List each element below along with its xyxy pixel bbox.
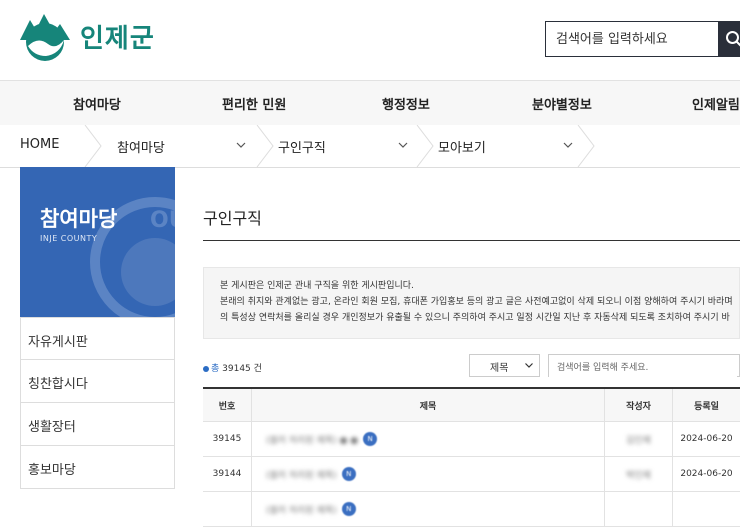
sidebar-item-market[interactable]: 생활장터 <box>20 403 175 446</box>
main-content: 구인구직 본 게시판은 인제군 관내 구직을 위한 게시판입니다. 본래의 취지… <box>203 167 740 507</box>
header-date: 등록일 <box>673 389 740 421</box>
header-search-input[interactable] <box>546 22 716 56</box>
row-no: 39144 <box>203 457 251 491</box>
row-author: 박인제 <box>626 468 651 481</box>
board-search <box>548 354 740 377</box>
search-icon <box>725 30 740 48</box>
site-header: 인제군 <box>0 0 740 80</box>
sidebar-menu: 자유게시판 칭찬합시다 생활장터 홍보마당 <box>20 317 175 489</box>
sidebar-item-praise[interactable]: 칭찬합시다 <box>20 360 175 403</box>
sidebar-title: 참여마당 <box>40 203 117 233</box>
notice-line: 의 특성상 연락처를 올리실 경우 개인정보가 유출될 수 있으니 주의하여 주… <box>220 310 739 326</box>
board-table: 번호 제목 작성자 등록일 39145 (블러 처리된 제목) ● ● N 김인제… <box>203 387 740 527</box>
row-no: 39145 <box>203 422 251 456</box>
header-no: 번호 <box>203 389 251 421</box>
row-title-text[interactable]: (블러 처리된 제목) <box>266 503 337 516</box>
row-title[interactable]: (블러 처리된 제목) N <box>251 492 605 526</box>
bullet-icon <box>203 366 209 372</box>
header-search-button[interactable] <box>718 21 740 57</box>
sidebar: OUN 참여마당 INJE COUNTY 자유게시판 칭찬합시다 생활장터 홍보… <box>20 167 175 507</box>
sidebar-item-free-board[interactable]: 자유게시판 <box>20 317 175 360</box>
breadcrumb-separator-icon <box>576 125 596 167</box>
row-date <box>673 492 740 526</box>
row-author: 김인제 <box>626 433 651 446</box>
title-divider <box>203 240 740 241</box>
row-title[interactable]: (블러 처리된 제목) ● ● N <box>251 422 605 456</box>
gnb-item-civil-service[interactable]: 편리한 민원 <box>222 94 286 113</box>
search-field-value: 제목 <box>490 363 508 374</box>
header-title: 제목 <box>251 389 605 421</box>
gnb-item-admin-info[interactable]: 행정정보 <box>382 94 430 113</box>
breadcrumb-separator-icon <box>83 125 103 167</box>
new-badge: N <box>342 467 356 481</box>
gnb-item-news[interactable]: 인제알림 <box>692 94 740 113</box>
breadcrumb-separator-icon <box>255 125 275 167</box>
board-search-input[interactable] <box>549 358 737 379</box>
board-notice: 본 게시판은 인제군 관내 구직을 위한 게시판입니다. 본래의 취지와 관계없… <box>203 267 740 339</box>
search-field-select[interactable]: 제목 <box>469 354 540 377</box>
site-logo[interactable]: 인제군 <box>16 10 155 62</box>
count-prefix: 총 <box>211 364 219 374</box>
logo-emblem-icon <box>16 10 74 62</box>
table-row[interactable]: 39144 (블러 처리된 제목) N 박인제 2024-06-20 <box>203 457 740 492</box>
gnb-item-participation[interactable]: 참여마당 <box>73 94 121 113</box>
gnb-item-field-info[interactable]: 분야별정보 <box>532 94 592 113</box>
chevron-down-icon <box>525 363 533 368</box>
table-header: 번호 제목 작성자 등록일 <box>203 389 740 422</box>
new-badge: N <box>363 432 377 446</box>
breadcrumb: HOME 참여마당 구인구직 모아보기 <box>0 125 740 168</box>
page-title: 구인구직 <box>203 205 262 229</box>
header-search <box>545 21 735 57</box>
row-title[interactable]: (블러 처리된 제목) N <box>251 457 605 491</box>
count-value: 39145 <box>222 364 251 374</box>
count-suffix: 건 <box>254 364 262 374</box>
post-count: 총 39145 건 <box>203 361 262 374</box>
chevron-down-icon[interactable] <box>563 142 573 148</box>
chevron-down-icon[interactable] <box>236 142 246 148</box>
header-author: 작성자 <box>605 389 673 421</box>
chevron-down-icon[interactable] <box>398 142 408 148</box>
breadcrumb-level1[interactable]: 참여마당 <box>117 137 165 156</box>
breadcrumb-level3[interactable]: 모아보기 <box>438 137 486 156</box>
table-row[interactable]: (블러 처리된 제목) N <box>203 492 740 527</box>
row-title-text[interactable]: (블러 처리된 제목) <box>266 468 337 481</box>
sidebar-hero: OUN 참여마당 INJE COUNTY <box>20 167 175 317</box>
sidebar-item-promo[interactable]: 홍보마당 <box>20 446 175 489</box>
table-row[interactable]: 39145 (블러 처리된 제목) ● ● N 김인제 2024-06-20 <box>203 422 740 457</box>
row-date: 2024-06-20 <box>673 457 740 491</box>
sidebar-subtitle: INJE COUNTY <box>40 234 97 243</box>
row-title-text[interactable]: (블러 처리된 제목) ● ● <box>266 433 358 446</box>
notice-line: 본래의 취지와 관계없는 광고, 온라인 회원 모집, 휴대폰 가입홍보 등의 … <box>220 294 739 310</box>
row-no <box>203 492 251 526</box>
new-badge: N <box>342 502 356 516</box>
breadcrumb-home[interactable]: HOME <box>20 137 59 152</box>
notice-line: 본 게시판은 인제군 관내 구직을 위한 게시판입니다. <box>220 278 739 294</box>
row-date: 2024-06-20 <box>673 422 740 456</box>
breadcrumb-level2[interactable]: 구인구직 <box>278 137 326 156</box>
breadcrumb-separator-icon <box>415 125 435 167</box>
watermark-text: OUN <box>150 208 175 233</box>
logo-text: 인제군 <box>80 18 155 55</box>
global-nav: 참여마당 편리한 민원 행정정보 분야별정보 인제알림 <box>0 80 740 126</box>
